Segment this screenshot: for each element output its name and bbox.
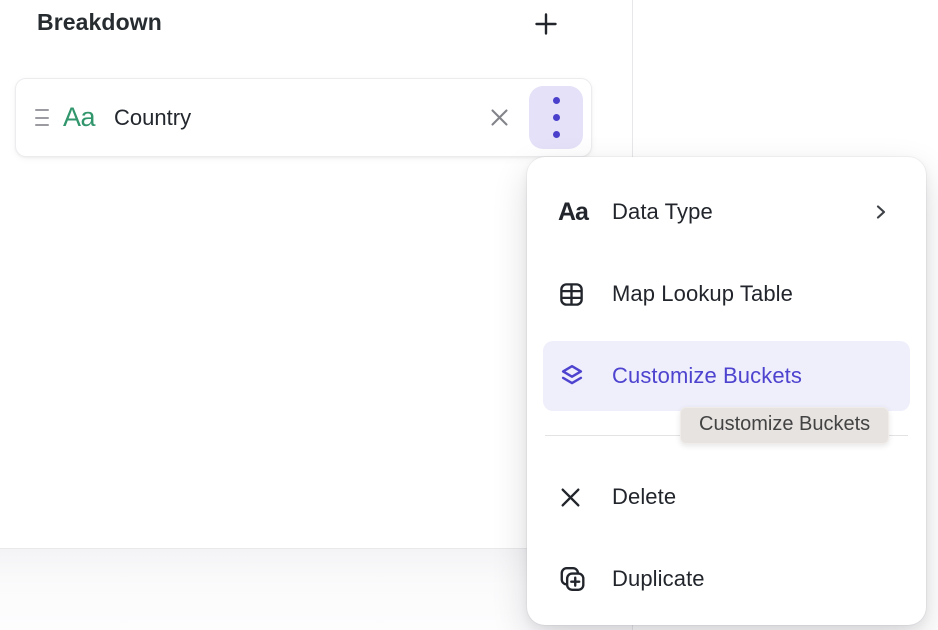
menu-item-label: Duplicate — [612, 566, 705, 592]
duplicate-icon — [558, 565, 596, 593]
menu-item-map-lookup-table[interactable]: Map Lookup Table — [543, 259, 910, 329]
chevron-right-icon — [872, 203, 890, 221]
text-type-icon: Aa — [63, 104, 95, 131]
field-more-options-button[interactable] — [529, 86, 583, 149]
menu-item-label: Customize Buckets — [612, 363, 802, 389]
field-name: Country — [114, 105, 191, 131]
remove-field-button[interactable] — [482, 101, 516, 135]
breakdown-field-card[interactable]: Aa Country — [15, 78, 592, 157]
add-breakdown-button[interactable] — [529, 7, 563, 41]
menu-item-duplicate[interactable]: Duplicate — [543, 544, 910, 614]
menu-item-label: Map Lookup Table — [612, 281, 793, 307]
customize-buckets-tooltip: Customize Buckets — [680, 407, 889, 444]
menu-item-data-type[interactable]: Aa Data Type — [543, 177, 910, 247]
menu-item-customize-buckets[interactable]: Customize Buckets — [543, 341, 910, 411]
text-type-icon: Aa — [558, 200, 596, 225]
close-icon — [487, 105, 512, 130]
card-actions — [482, 86, 591, 149]
plus-icon — [532, 10, 560, 38]
drag-handle-icon[interactable] — [35, 109, 50, 126]
page-title: Breakdown — [37, 9, 162, 36]
menu-item-label: Data Type — [612, 199, 713, 225]
table-icon — [558, 281, 596, 308]
kebab-menu-icon — [553, 97, 560, 138]
menu-item-delete[interactable]: Delete — [543, 462, 910, 532]
field-context-menu: Aa Data Type Map Lookup Table Customize … — [527, 157, 926, 625]
panel-header: Breakdown — [0, 0, 632, 50]
stack-icon — [558, 362, 596, 390]
menu-item-label: Delete — [612, 484, 676, 510]
close-icon — [558, 485, 596, 510]
